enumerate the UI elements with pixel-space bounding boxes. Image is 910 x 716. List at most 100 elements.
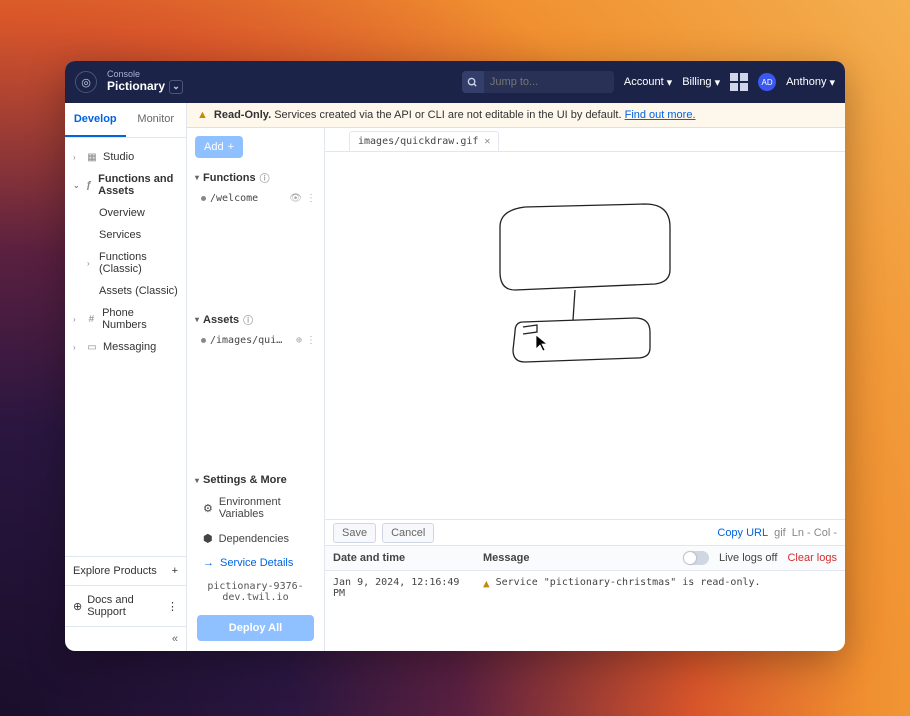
billing-menu[interactable]: Billing▾ [682, 76, 720, 89]
search-box[interactable] [462, 71, 614, 93]
user-menu[interactable]: Anthony▾ [786, 76, 835, 89]
chevron-down-icon: ▾ [667, 76, 673, 89]
messaging-icon: ▭ [86, 342, 98, 353]
functions-section-header[interactable]: ▾Functionsⓘ [187, 166, 324, 189]
sidebar: Develop Monitor ›▦Studio ⌄ƒFunctions and… [65, 103, 187, 651]
user-avatar: AD [758, 73, 776, 91]
logs-col-date: Date and time [333, 552, 473, 564]
warning-icon: ▲ [483, 577, 490, 590]
search-icon [462, 71, 484, 93]
product-name: Pictionary [107, 80, 165, 93]
visibility-icon[interactable]: 👁 [289, 193, 302, 204]
studio-icon: ▦ [86, 152, 98, 163]
files-panel: Add+ ▾Functionsⓘ /welcome 👁⋮ ▾Assetsⓘ /i… [187, 128, 325, 651]
chevron-down-icon: ▾ [715, 76, 721, 89]
quickdraw-sketch [445, 192, 705, 392]
plus-icon: + [172, 565, 178, 577]
sidebar-tabs: Develop Monitor [65, 103, 186, 138]
nav-functions-assets[interactable]: ⌄ƒFunctions and Assets [65, 168, 186, 202]
banner-bold: Read-Only. [214, 109, 271, 121]
env-vars-row[interactable]: ⚙Environment Variables [187, 490, 324, 526]
account-menu[interactable]: Account▾ [624, 76, 672, 89]
chevron-down-icon: ▾ [195, 173, 199, 182]
nav-studio[interactable]: ›▦Studio [65, 146, 186, 168]
add-button[interactable]: Add+ [195, 136, 243, 158]
chevron-left-icon: « [172, 633, 178, 645]
logs-col-message: Message [483, 552, 673, 564]
banner-link[interactable]: Find out more. [625, 109, 696, 121]
nav-phone-numbers[interactable]: ›#Phone Numbers [65, 302, 186, 336]
cursor-icon [535, 334, 549, 355]
docs-support[interactable]: ⊕Docs and Support ⋮ [65, 585, 186, 626]
assets-section-header[interactable]: ▾Assetsⓘ [187, 308, 324, 331]
search-input[interactable] [484, 76, 614, 88]
cursor-position: Ln - Col - [792, 527, 837, 539]
more-icon[interactable]: ⋮ [306, 335, 316, 346]
product-brand: Console Pictionary ⌄ [107, 70, 183, 94]
file-tab-bar: images/quickdraw.gif ✕ [325, 128, 845, 152]
logs-body: Jan 9, 2024, 12:16:49 PM ▲ Service "pict… [325, 571, 845, 651]
arrow-icon: → [203, 557, 214, 569]
preview-canvas [325, 152, 845, 519]
close-icon[interactable]: ✕ [484, 136, 490, 147]
gear-icon: ⚙ [203, 502, 213, 515]
live-logs-label: Live logs off [719, 552, 778, 564]
app-grid-icon[interactable] [730, 73, 748, 91]
nav-services[interactable]: Services [99, 224, 186, 246]
more-icon[interactable]: ⋮ [167, 600, 178, 613]
chevron-down-icon: ⌄ [73, 181, 80, 190]
settings-section-header[interactable]: ▾Settings & More [187, 470, 324, 490]
save-button[interactable]: Save [333, 523, 376, 543]
chevron-down-icon: ▾ [195, 315, 199, 324]
status-dot-icon [201, 196, 206, 201]
log-entry-date: Jan 9, 2024, 12:16:49 PM [333, 577, 473, 645]
info-icon[interactable]: ⓘ [260, 170, 270, 185]
product-switcher-chevron-icon[interactable]: ⌄ [169, 80, 183, 94]
clear-logs-button[interactable]: Clear logs [787, 552, 837, 564]
copy-url-button[interactable]: Copy URL [717, 527, 768, 539]
deploy-all-button[interactable]: Deploy All [197, 615, 314, 641]
explore-products[interactable]: Explore Products + [65, 556, 186, 585]
file-language: gif [774, 527, 786, 539]
package-icon: ⬢ [203, 532, 213, 545]
status-dot-icon [201, 338, 206, 343]
banner-text: Services created via the API or CLI are … [274, 109, 621, 121]
topbar: ◎ Console Pictionary ⌄ Account▾ Billing▾… [65, 61, 845, 103]
service-details-row[interactable]: →Service Details [187, 551, 324, 575]
collapse-sidebar-button[interactable]: « [65, 626, 186, 651]
asset-file[interactable]: /images/qui… ⊕⋮ [187, 331, 324, 350]
logs-header: Date and time Message Live logs off Clea… [325, 545, 845, 571]
chevron-right-icon: › [73, 153, 81, 162]
more-icon[interactable]: ⋮ [306, 193, 316, 204]
chevron-down-icon: ▾ [195, 476, 199, 485]
chevron-down-icon: ▾ [829, 76, 835, 89]
plus-icon: + [228, 141, 234, 153]
hash-icon: # [86, 314, 97, 325]
nav-assets-classic[interactable]: Assets (Classic) [99, 280, 186, 302]
app-window: ◎ Console Pictionary ⌄ Account▾ Billing▾… [65, 61, 845, 651]
live-logs-toggle[interactable] [683, 551, 709, 565]
dependencies-row[interactable]: ⬢Dependencies [187, 526, 324, 551]
file-tab[interactable]: images/quickdraw.gif ✕ [349, 131, 499, 151]
chevron-right-icon: › [73, 315, 81, 324]
globe-icon[interactable]: ⊕ [296, 335, 302, 346]
globe-icon: ⊕ [73, 600, 82, 613]
readonly-banner: ▲ Read-Only. Services created via the AP… [187, 103, 845, 128]
cancel-button[interactable]: Cancel [382, 523, 434, 543]
log-entry-message: Service "pictionary-christmas" is read-o… [496, 577, 761, 588]
editor-footer: Save Cancel Copy URL gif Ln - Col - [325, 519, 845, 545]
warning-icon: ▲ [197, 109, 208, 121]
tab-develop[interactable]: Develop [65, 103, 126, 137]
nav-messaging[interactable]: ›▭Messaging [65, 336, 186, 358]
functions-icon: ƒ [85, 180, 93, 191]
main-area: ▲ Read-Only. Services created via the AP… [187, 103, 845, 651]
nav-overview[interactable]: Overview [99, 202, 186, 224]
file-tab-label: images/quickdraw.gif [358, 136, 478, 147]
function-file[interactable]: /welcome 👁⋮ [187, 189, 324, 208]
service-domain: pictionary-9376-dev.twil.io [187, 575, 324, 609]
info-icon[interactable]: ⓘ [243, 312, 253, 327]
app-switcher-icon[interactable]: ◎ [75, 71, 97, 93]
nav-functions-classic[interactable]: ›Functions (Classic) [99, 246, 186, 280]
editor-column: images/quickdraw.gif ✕ [325, 128, 845, 651]
tab-monitor[interactable]: Monitor [126, 103, 187, 137]
